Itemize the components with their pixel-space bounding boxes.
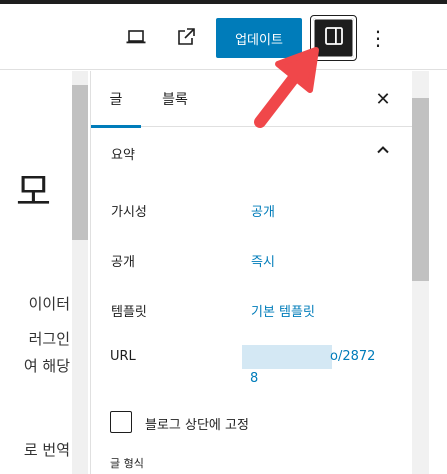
url-value-link[interactable]: o/2872 xyxy=(330,349,375,364)
editor-toolbar: 업데이트 ⋮ xyxy=(0,4,447,70)
summary-panel-toggle[interactable]: 요약 xyxy=(91,127,413,177)
template-value-link[interactable]: 기본 템플릿 xyxy=(251,301,315,320)
url-label: URL xyxy=(110,349,136,364)
update-button[interactable]: 업데이트 xyxy=(216,18,302,58)
sidebar-panel-icon xyxy=(323,25,345,51)
summary-panel-title: 요약 xyxy=(111,148,135,163)
view-post-button[interactable] xyxy=(170,21,202,53)
external-link-icon xyxy=(174,25,198,49)
paragraph-fragment: 여 해당 xyxy=(23,357,70,375)
post-format-label: 글 형식 xyxy=(110,457,144,470)
paragraph-fragment: 러그인 xyxy=(28,330,70,348)
publish-row: 공개 즉시 xyxy=(91,249,413,273)
sticky-post-checkbox[interactable] xyxy=(110,411,132,433)
publish-label: 공개 xyxy=(111,255,135,270)
visibility-label: 가시성 xyxy=(111,205,147,220)
template-row: 템플릿 기본 템플릿 xyxy=(91,299,413,323)
url-redacted-block xyxy=(242,345,332,369)
close-icon: ✕ xyxy=(375,88,391,110)
laptop-icon xyxy=(124,25,148,49)
preview-device-button[interactable] xyxy=(120,21,152,53)
publish-value-link[interactable]: 즉시 xyxy=(251,251,275,270)
paragraph-fragment: 로 번역 xyxy=(23,441,70,459)
sidebar-tabs: 글 블록 ✕ xyxy=(91,71,413,128)
sticky-post-label: 블로그 상단에 고정 xyxy=(145,418,249,433)
url-value-link-continued[interactable]: 8 xyxy=(250,371,258,386)
more-options-button[interactable]: ⋮ xyxy=(366,21,390,55)
settings-sidebar-toggle[interactable] xyxy=(313,18,354,58)
sidebar-scrollbar-thumb[interactable] xyxy=(412,98,429,281)
visibility-value-link[interactable]: 공개 xyxy=(251,201,275,220)
canvas-scrollbar-thumb[interactable] xyxy=(72,85,88,240)
settings-sidebar: 글 블록 ✕ 요약 가시성 공개 공개 즉시 템플릿 기본 템플릿 xyxy=(90,71,413,474)
template-label: 템플릿 xyxy=(111,305,147,320)
close-sidebar-button[interactable]: ✕ xyxy=(371,87,395,111)
paragraph-fragment: 이이터 xyxy=(28,295,70,313)
chevron-up-icon xyxy=(373,140,393,160)
post-title-fragment: 모 xyxy=(16,170,51,214)
vertical-ellipsis-icon: ⋮ xyxy=(368,26,388,50)
visibility-row: 가시성 공개 xyxy=(91,199,413,223)
tab-post[interactable]: 글 xyxy=(91,71,141,128)
tab-block[interactable]: 블록 xyxy=(153,71,197,127)
